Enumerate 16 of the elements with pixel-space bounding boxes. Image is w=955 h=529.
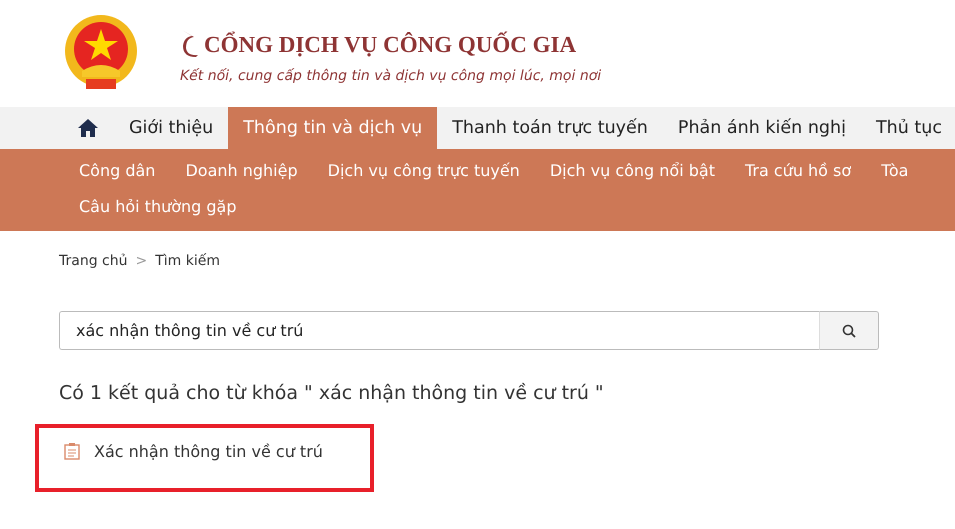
nav-tab[interactable]: Giới thiệu — [114, 107, 228, 149]
breadcrumb-separator: > — [135, 253, 148, 269]
site-tagline: Kết nối, cung cấp thông tin và dịch vụ công mọi lúc, mọi nơi — [180, 68, 602, 84]
site-title: CỔNG DỊCH VỤ CÔNG QUỐC GIA — [204, 32, 576, 58]
search-field[interactable]: xác nhận thông tin về cư trú — [59, 311, 819, 350]
result-link[interactable]: Xác nhận thông tin về cư trú — [94, 442, 323, 461]
search-icon — [842, 324, 856, 338]
search-button[interactable] — [819, 311, 879, 350]
nav-tab[interactable]: Thủ tục — [860, 107, 955, 149]
nav-tab[interactable]: Thanh toán trực tuyến — [437, 107, 663, 149]
clipboard-icon — [64, 442, 80, 460]
breadcrumb-link[interactable]: Tìm kiếm — [155, 253, 220, 269]
nav-tab[interactable]: Phản ánh kiến nghị — [662, 107, 861, 149]
breadcrumb-link[interactable]: Trang chủ — [59, 253, 128, 269]
results-heading: Có 1 kết quả cho từ khóa " xác nhận thông tin về cư trú " — [59, 382, 605, 404]
home-icon — [77, 118, 99, 138]
